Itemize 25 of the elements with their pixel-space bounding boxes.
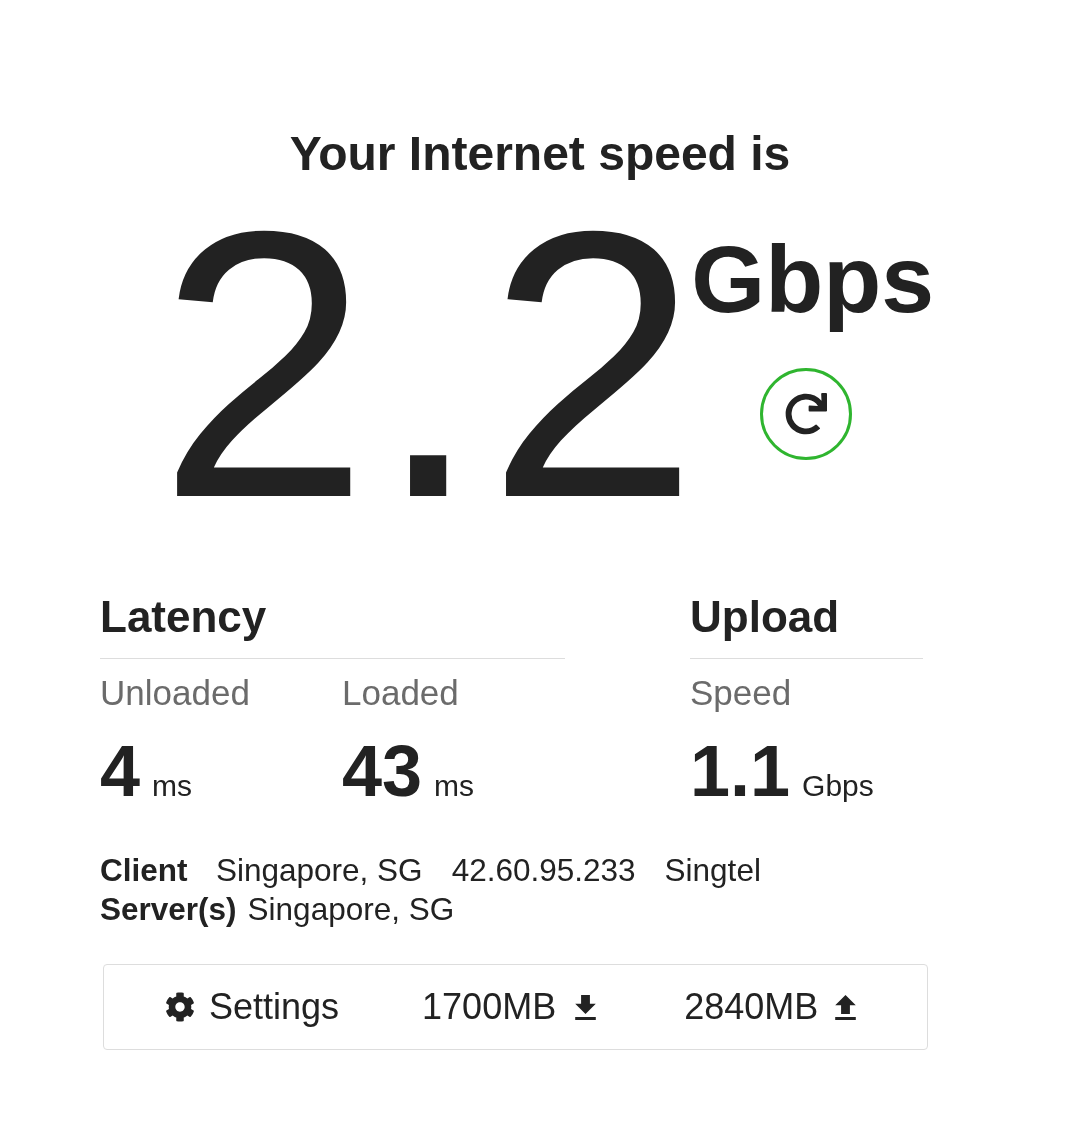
upload-icon [835, 994, 857, 1020]
metric-value: 43 [342, 735, 423, 807]
info-label: Client [100, 851, 189, 890]
metric-value: 4 [100, 735, 141, 807]
info-value: Singapore, SG [247, 890, 455, 929]
info-value: 42.60.95.233 [451, 851, 636, 890]
upload-amount: 2840MB [684, 989, 819, 1025]
section-title: Upload [690, 595, 841, 639]
section-title: Latency [100, 595, 268, 639]
settings-button[interactable]: Settings [165, 989, 340, 1025]
download-icon [575, 994, 597, 1020]
info-label: Server(s) [100, 890, 237, 929]
speed-unit: Gbps [691, 225, 935, 334]
metric-label: Unloaded [100, 675, 251, 710]
info-value: Singapore, SG [216, 851, 423, 890]
metric-unit: ms [434, 771, 475, 801]
gear-icon [165, 992, 195, 1022]
metric-unit: ms [152, 771, 193, 801]
metric-label: Loaded [342, 675, 460, 710]
metric-value: 1.1 [690, 735, 791, 807]
metric-label: Speed [690, 675, 793, 710]
metric-unit: Gbps [802, 771, 874, 801]
download-amount: 1700MB [422, 989, 557, 1025]
refresh-icon [785, 393, 828, 435]
info-value: Singtel [664, 851, 761, 890]
